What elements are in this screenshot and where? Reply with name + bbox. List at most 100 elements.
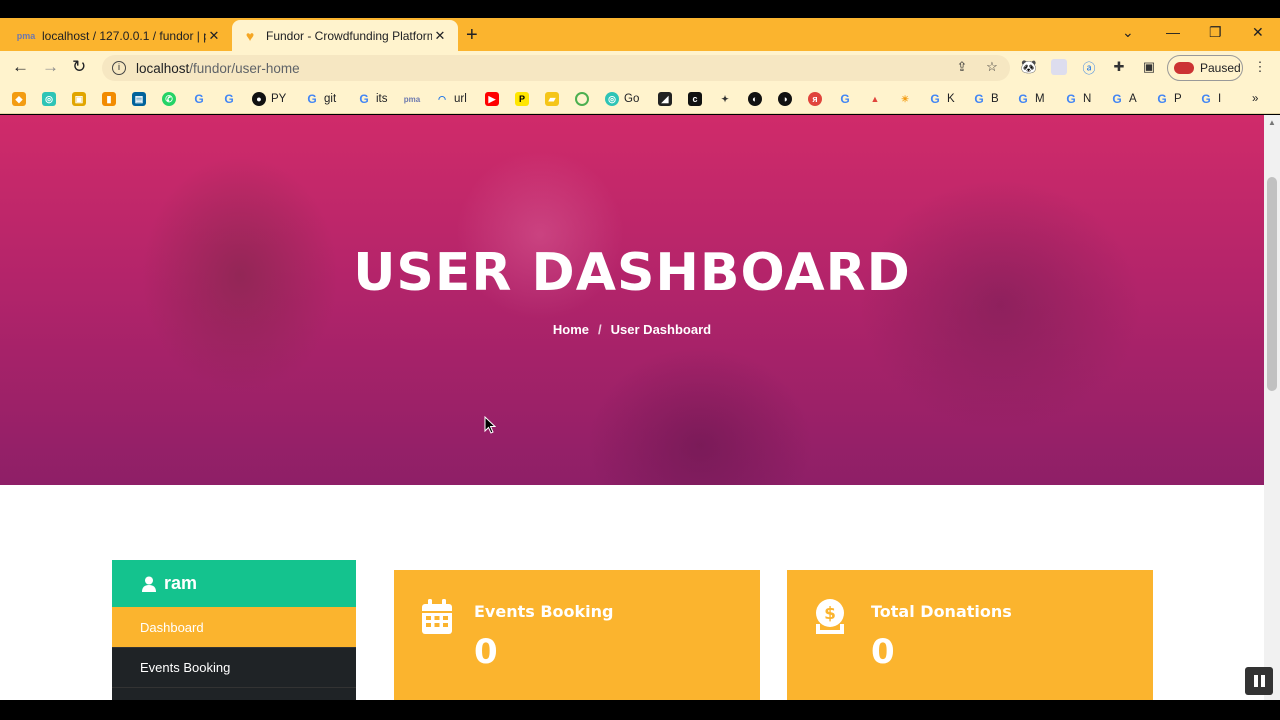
bookmark-item[interactable]: ✦ [718, 91, 737, 107]
bookmark-star-icon[interactable]: ☆ [984, 59, 1000, 75]
browser-toolbar: ← → ↻ i localhost/fundor/user-home ⇪ ☆ 🐼… [0, 51, 1280, 84]
mouse-cursor-icon [484, 416, 496, 434]
bookmark-item[interactable]: ▲ [868, 91, 887, 107]
puzzle-extensions-icon[interactable]: ✚ [1111, 59, 1127, 75]
youtube-icon[interactable]: ▶ [485, 91, 504, 107]
bookmark-item[interactable]: ◐ [748, 91, 767, 107]
bookmark-m[interactable]: GM [1016, 91, 1044, 107]
breadcrumb-home-link[interactable]: Home [553, 322, 589, 337]
bookmark-b[interactable]: GB [972, 91, 998, 107]
bookmark-item[interactable]: ◎ [42, 91, 61, 107]
donation-icon: $ [816, 599, 844, 634]
close-tab-icon[interactable]: ✕ [432, 28, 448, 44]
panda-extension-icon[interactable]: 🐼 [1021, 59, 1037, 75]
paused-label: Paused [1200, 61, 1241, 75]
breadcrumb-current: User Dashboard [610, 322, 712, 337]
breadcrumb-separator: / [598, 322, 602, 337]
bookmarks-bar: ◆ ◎ ▣ ▮ ▤ ✆ G G ● PY Ggit Gits pma ◠ url ▶… [0, 84, 1280, 114]
bookmark-item[interactable]: c [688, 91, 707, 107]
tab-phpmyadmin[interactable]: pma localhost / 127.0.0.1 / fundor | ph … [8, 20, 232, 51]
screen-bottom-bar [0, 700, 1280, 720]
reload-icon[interactable]: ↻ [72, 57, 86, 77]
video-pause-button[interactable] [1245, 667, 1273, 695]
page-viewport: USER DASHBOARD Home / User Dashboard ram D… [0, 115, 1264, 700]
tab-title: Fundor - Crowdfunding Platform [266, 28, 432, 43]
sidebar-username: ram [164, 573, 198, 593]
sidebar-user-header: ram [112, 560, 356, 607]
sidebar-item-label: Dashboard [140, 619, 204, 635]
bookmark-item[interactable]: ☀ [898, 91, 917, 107]
breadcrumb: Home / User Dashboard [0, 322, 1264, 337]
bookmark-a[interactable]: GA [1110, 91, 1136, 107]
page-title: USER DASHBOARD [353, 243, 911, 303]
minimize-icon[interactable]: — [1166, 24, 1180, 40]
close-tab-icon[interactable]: ✕ [206, 28, 222, 44]
sidebar-item-events-booking[interactable]: Events Booking [112, 647, 356, 687]
bookmark-item[interactable]: pma [404, 91, 424, 107]
bookmark-item[interactable]: ▰ [545, 91, 564, 107]
url-host: localhost [136, 60, 190, 76]
bookmark-item[interactable] [575, 91, 594, 107]
sidebar-item-next[interactable] [112, 687, 356, 700]
avatar [1174, 62, 1194, 74]
bookmark-p[interactable]: GP [1155, 91, 1181, 107]
extension-a-icon[interactable]: ⓐ [1081, 59, 1097, 76]
bookmark-item[interactable]: ▮ [102, 91, 121, 107]
google-icon[interactable]: G [192, 91, 211, 107]
bookmark-item[interactable]: ▤ [132, 91, 151, 107]
site-info-icon[interactable]: i [112, 61, 126, 75]
google-icon[interactable]: G [838, 91, 857, 107]
events-booking-card: Events Booking 0 [394, 570, 760, 700]
scrollbar-thumb[interactable] [1267, 177, 1277, 391]
calendar-icon [422, 599, 452, 634]
share-icon[interactable]: ⇪ [954, 59, 970, 75]
total-donations-card: $ Total Donations 0 [787, 570, 1153, 700]
new-tab-icon[interactable]: + [466, 24, 478, 47]
bookmark-item[interactable]: ▣ [72, 91, 91, 107]
address-bar[interactable]: i localhost/fundor/user-home [102, 55, 1010, 81]
bookmark-item[interactable]: ◢ [658, 91, 677, 107]
window-close-icon[interactable]: ✕ [1252, 24, 1264, 41]
pma-icon: pma [16, 30, 36, 41]
bookmark-k[interactable]: GK [928, 91, 954, 107]
bookmark-item[interactable]: P [515, 91, 534, 107]
url-path: /fundor/user-home [189, 60, 300, 76]
bookmark-item[interactable]: ◑ [778, 91, 797, 107]
screen-top-bar [0, 0, 1280, 18]
more-bookmarks-icon[interactable]: » [1252, 91, 1258, 107]
whatsapp-icon[interactable]: ✆ [162, 91, 181, 107]
card-count: 0 [871, 632, 895, 672]
restore-icon[interactable]: ❐ [1209, 24, 1222, 41]
tab-title: localhost / 127.0.0.1 / fundor | ph [42, 28, 206, 43]
sidebar-item-label: Events Booking [140, 660, 231, 675]
card-label: Events Booking [474, 602, 614, 621]
card-count: 0 [474, 632, 498, 672]
bookmark-item[interactable]: я [808, 91, 827, 107]
bookmark-go[interactable]: ◎ Go [605, 91, 639, 107]
user-icon [142, 576, 156, 592]
scroll-up-icon[interactable]: ▲ [1268, 118, 1276, 127]
svg-text:$: $ [824, 604, 836, 624]
back-icon[interactable]: ← [12, 57, 29, 77]
extension-icon[interactable] [1051, 59, 1067, 75]
side-panel-icon[interactable]: ▣ [1141, 59, 1157, 75]
heart-icon: ♥ [245, 27, 255, 44]
menu-kebab-icon[interactable]: ⋮ [1252, 59, 1268, 75]
bookmark-py[interactable]: ● PY [252, 91, 286, 107]
bookmark-item[interactable]: ◆ [12, 91, 31, 107]
sidebar-item-dashboard[interactable]: Dashboard [112, 607, 356, 647]
user-sidebar: ram Dashboard Events Booking [112, 560, 356, 700]
tab-search-icon[interactable]: ⌄ [1122, 24, 1134, 41]
page-scrollbar[interactable]: ▲ [1264, 115, 1280, 700]
tab-fundor[interactable]: ♥ Fundor - Crowdfunding Platform ✕ [232, 20, 458, 51]
bookmark-n[interactable]: GN [1064, 91, 1091, 107]
bookmark-its[interactable]: Gits [357, 91, 387, 107]
google-icon[interactable]: G [222, 91, 241, 107]
hero-banner: USER DASHBOARD Home / User Dashboard [0, 115, 1264, 485]
tab-strip: pma localhost / 127.0.0.1 / fundor | ph … [0, 18, 1280, 51]
bookmark-url[interactable]: ◠ url [435, 91, 467, 107]
bookmark-i[interactable]: GI [1199, 91, 1221, 107]
profile-paused-button[interactable]: Paused [1167, 55, 1243, 81]
forward-icon[interactable]: → [42, 57, 59, 77]
bookmark-git[interactable]: Ggit [305, 91, 336, 107]
